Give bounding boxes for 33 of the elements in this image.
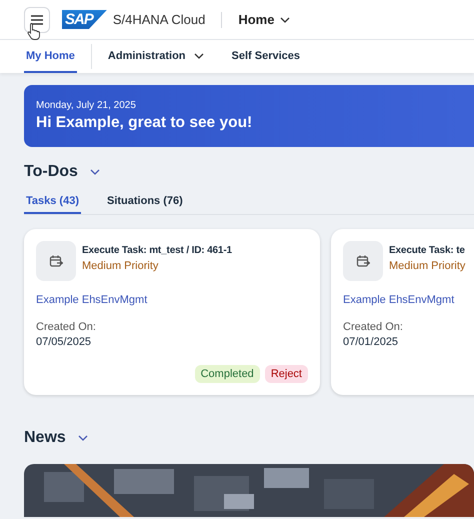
reject-button[interactable]: Reject bbox=[264, 365, 308, 383]
tab[interactable]: Tasks (43) bbox=[24, 191, 81, 214]
menu-button[interactable] bbox=[24, 6, 50, 32]
logo: SAP bbox=[62, 10, 107, 29]
tab[interactable]: Situations (76) bbox=[105, 191, 185, 214]
product-name: S/4HANA Cloud bbox=[112, 12, 206, 27]
chevron-down-icon[interactable] bbox=[90, 169, 100, 175]
app-link[interactable]: Example EhsEnvMgmt bbox=[343, 294, 454, 306]
task-title: Execute Task: mt_test / ID: 461-1 bbox=[82, 245, 232, 256]
complete-button[interactable]: Completed bbox=[194, 365, 260, 383]
priority-text: Medium Priority bbox=[389, 260, 466, 272]
calendar-icon bbox=[49, 254, 63, 268]
priority-text: Medium Priority bbox=[82, 260, 160, 272]
task-card[interactable]: Execute Task: te Medium Priority Example EhsEnvMgmt Created On: 07/01/2025 bbox=[331, 229, 474, 395]
task-title: Execute Task: te bbox=[389, 245, 466, 256]
created-label: Created On: bbox=[36, 321, 97, 333]
calendar-icon bbox=[356, 254, 370, 268]
greeting-text: Hi Example, great to see you! bbox=[36, 114, 254, 132]
section-title: To-Dos bbox=[24, 163, 78, 181]
menu-icon bbox=[30, 14, 44, 26]
nav-tab[interactable]: My Home bbox=[24, 40, 77, 73]
nav-tab[interactable]: Self Services bbox=[230, 40, 302, 73]
app-link[interactable]: Example EhsEnvMgmt bbox=[36, 294, 148, 306]
task-card[interactable]: Execute Task: mt_test / ID: 461-1 Medium Priority Example EhsEnvMgmt Created On: 07/05/2025 Completed Reject bbox=[24, 229, 320, 395]
section-title: News bbox=[24, 429, 66, 447]
date-text: Monday, July 21, 2025 bbox=[36, 100, 137, 111]
caret-icon bbox=[280, 16, 290, 22]
created-date: 07/05/2025 bbox=[36, 336, 92, 348]
created-label: Created On: bbox=[343, 321, 404, 333]
created-date: 07/01/2025 bbox=[343, 336, 400, 348]
nav-tab[interactable]: Administration bbox=[106, 40, 206, 73]
page-menu[interactable]: Home bbox=[238, 12, 290, 27]
chevron-down-icon[interactable] bbox=[78, 435, 88, 441]
